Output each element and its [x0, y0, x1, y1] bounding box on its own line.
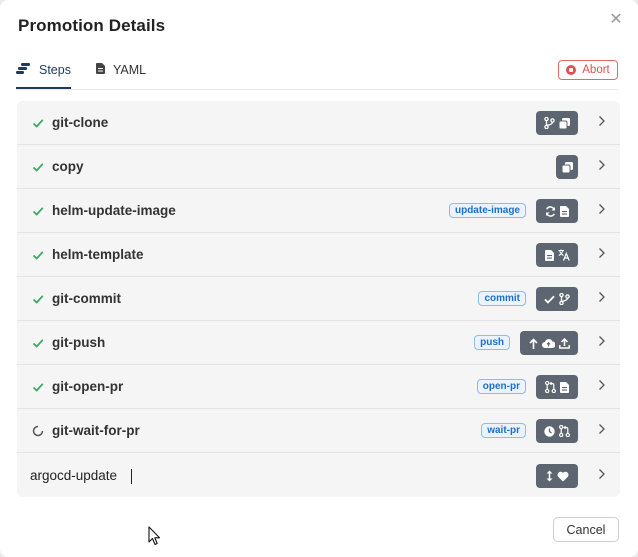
step-icons: [536, 419, 578, 443]
step-row-copy[interactable]: copy: [17, 145, 620, 189]
step-name: git-open-pr: [52, 379, 124, 394]
cloud-upload-icon: [541, 338, 555, 348]
step-row-helm-update-image[interactable]: helm-update-image update-image: [17, 189, 620, 233]
tab-steps-label: Steps: [39, 63, 71, 77]
chevron-right-icon[interactable]: [597, 158, 607, 172]
chevron-right-icon[interactable]: [597, 246, 607, 260]
success-check-icon: [32, 248, 44, 260]
chevron-right-icon[interactable]: [597, 467, 607, 481]
success-check-icon: [32, 336, 44, 348]
step-icons: [536, 287, 578, 311]
file-icon: [96, 63, 105, 77]
step-name: git-commit: [52, 291, 121, 306]
success-check-icon: [32, 116, 44, 128]
step-icons: [536, 111, 578, 135]
clock-icon: [544, 425, 555, 437]
refresh-icon: [545, 205, 556, 217]
chevron-right-icon[interactable]: [597, 334, 607, 348]
git-branch-icon: [559, 293, 570, 305]
step-name: git-clone: [52, 115, 109, 130]
cancel-button[interactable]: Cancel: [553, 517, 619, 542]
copy-icon: [561, 161, 573, 173]
success-check-icon: [32, 204, 44, 216]
check-icon: [544, 295, 555, 304]
file-icon: [560, 381, 569, 393]
success-check-icon: [32, 160, 44, 172]
arrow-up-icon: [528, 337, 538, 349]
tab-yaml[interactable]: YAML: [96, 53, 146, 87]
tab-bar: Steps YAML: [16, 53, 618, 90]
stop-icon: [566, 65, 577, 75]
pull-request-icon: [545, 381, 556, 393]
step-name: git-push: [52, 335, 106, 350]
success-check-icon: [32, 292, 44, 304]
copy-icon: [559, 117, 570, 129]
git-branch-icon: [544, 117, 555, 129]
step-row-git-clone[interactable]: git-clone: [17, 101, 620, 145]
success-check-icon: [32, 380, 44, 392]
text-caret: [131, 469, 132, 485]
arrows-vertical-icon: [546, 470, 553, 482]
translate-icon: [558, 249, 570, 261]
step-tag: commit: [478, 291, 526, 306]
chevron-right-icon[interactable]: [597, 422, 607, 436]
step-icons: [536, 243, 578, 267]
step-tag: open-pr: [476, 379, 526, 394]
step-row-git-commit[interactable]: git-commit commit: [17, 277, 620, 321]
step-row-helm-template[interactable]: helm-template: [17, 233, 620, 277]
step-tag: update-image: [448, 203, 526, 218]
promotion-details-dialog: Promotion Details ✕ Steps YAML Abort git…: [0, 0, 638, 557]
step-tag: wait-pr: [481, 423, 526, 438]
step-icons: [520, 331, 578, 355]
tab-steps[interactable]: Steps: [16, 53, 71, 89]
mouse-cursor-icon: [148, 526, 161, 551]
step-name: git-wait-for-pr: [52, 423, 140, 438]
step-icons: [536, 199, 578, 223]
step-name: helm-update-image: [52, 203, 176, 218]
file-icon: [560, 205, 569, 217]
step-tag: push: [474, 335, 510, 350]
abort-button[interactable]: Abort: [558, 60, 618, 80]
chevron-right-icon[interactable]: [597, 202, 607, 216]
step-name: helm-template: [52, 247, 144, 262]
chevron-right-icon[interactable]: [597, 378, 607, 392]
close-icon[interactable]: ✕: [609, 12, 623, 28]
tab-yaml-label: YAML: [113, 63, 147, 77]
step-icons: [536, 464, 578, 488]
step-row-git-wait-for-pr[interactable]: git-wait-for-pr wait-pr: [17, 409, 620, 453]
step-icons: [556, 155, 578, 179]
abort-label: Abort: [582, 64, 610, 76]
step-name: argocd-update: [30, 468, 118, 483]
file-icon: [544, 249, 554, 261]
loading-spinner-icon: [32, 424, 44, 437]
step-icons: [536, 375, 578, 399]
step-row-git-push[interactable]: git-push push: [17, 321, 620, 365]
steps-icon: [16, 63, 31, 77]
step-name: copy: [52, 159, 84, 174]
dialog-title: Promotion Details: [18, 16, 166, 35]
upload-icon: [558, 337, 570, 349]
step-row-git-open-pr[interactable]: git-open-pr open-pr: [17, 365, 620, 409]
step-row-argocd-update[interactable]: argocd-update: [17, 454, 620, 497]
chevron-right-icon[interactable]: [597, 290, 607, 304]
pull-request-icon: [559, 425, 570, 437]
chevron-right-icon[interactable]: [597, 114, 607, 128]
heart-icon: [557, 471, 569, 482]
steps-list: git-clone copy helm-update-image update-ima…: [17, 101, 620, 497]
